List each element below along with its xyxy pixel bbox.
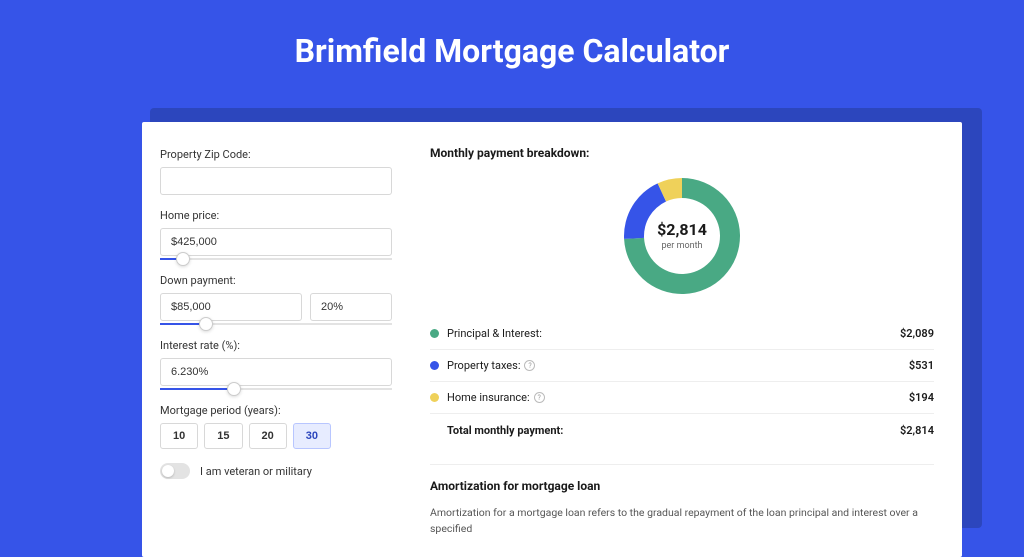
breakdown-label: Principal & Interest:	[447, 327, 900, 340]
period-label: Mortgage period (years):	[160, 404, 392, 417]
veteran-label: I am veteran or military	[200, 465, 312, 478]
breakdown-rows: Principal & Interest:$2,089Property taxe…	[430, 318, 934, 446]
price-input[interactable]	[160, 228, 392, 256]
rate-slider-thumb[interactable]	[227, 382, 241, 396]
input-panel: Property Zip Code: Home price: Down paym…	[142, 122, 410, 557]
rate-slider-fill	[160, 388, 234, 390]
donut-center-value: $2,814	[657, 220, 707, 239]
breakdown-label: Home insurance:?	[447, 391, 909, 404]
down-amount-input[interactable]	[160, 293, 302, 321]
price-group: Home price:	[160, 209, 392, 260]
veteran-row: I am veteran or military	[160, 463, 392, 479]
breakdown-panel: Monthly payment breakdown: $2,814 per mo…	[410, 122, 962, 557]
down-slider[interactable]	[160, 323, 392, 325]
rate-group: Interest rate (%):	[160, 339, 392, 390]
page-title: Brimfield Mortgage Calculator	[0, 0, 1024, 94]
down-group: Down payment:	[160, 274, 392, 325]
legend-dot	[430, 329, 439, 338]
zip-label: Property Zip Code:	[160, 148, 392, 161]
info-icon[interactable]: ?	[534, 392, 545, 403]
price-slider-thumb[interactable]	[176, 252, 190, 266]
period-options: 1015 2030	[160, 423, 392, 449]
breakdown-total-label: Total monthly payment:	[447, 424, 900, 437]
veteran-toggle[interactable]	[160, 463, 190, 479]
rate-label: Interest rate (%):	[160, 339, 392, 352]
amort-text: Amortization for a mortgage loan refers …	[430, 505, 934, 537]
period-btn-10[interactable]: 10	[160, 423, 198, 449]
period-group: Mortgage period (years): 1015 2030	[160, 404, 392, 449]
breakdown-row: Home insurance:?$194	[430, 382, 934, 414]
calculator-card: Property Zip Code: Home price: Down paym…	[142, 122, 962, 557]
down-pct-input[interactable]	[310, 293, 392, 321]
breakdown-total-row: Total monthly payment:$2,814	[430, 414, 934, 446]
donut-wrap: $2,814 per month	[430, 172, 934, 300]
breakdown-row: Property taxes:?$531	[430, 350, 934, 382]
legend-dot	[430, 361, 439, 370]
breakdown-value: $194	[909, 391, 934, 404]
period-btn-15[interactable]: 15	[204, 423, 242, 449]
zip-group: Property Zip Code:	[160, 148, 392, 195]
rate-slider[interactable]	[160, 388, 392, 390]
legend-dot	[430, 393, 439, 402]
breakdown-label: Property taxes:?	[447, 359, 909, 372]
breakdown-value: $531	[909, 359, 934, 372]
price-label: Home price:	[160, 209, 392, 222]
breakdown-value: $2,089	[900, 327, 934, 340]
info-icon[interactable]: ?	[524, 360, 535, 371]
price-slider[interactable]	[160, 258, 392, 260]
amort-section: Amortization for mortgage loan Amortizat…	[430, 464, 934, 537]
rate-input[interactable]	[160, 358, 392, 386]
amort-title: Amortization for mortgage loan	[430, 479, 934, 493]
zip-input[interactable]	[160, 167, 392, 195]
breakdown-title: Monthly payment breakdown:	[430, 146, 934, 160]
breakdown-total-value: $2,814	[900, 424, 934, 437]
period-btn-30[interactable]: 30	[293, 423, 331, 449]
donut-center-sub: per month	[661, 241, 702, 251]
breakdown-row: Principal & Interest:$2,089	[430, 318, 934, 350]
period-btn-20[interactable]: 20	[249, 423, 287, 449]
donut-chart: $2,814 per month	[618, 172, 746, 300]
down-label: Down payment:	[160, 274, 392, 287]
down-slider-thumb[interactable]	[199, 317, 213, 331]
